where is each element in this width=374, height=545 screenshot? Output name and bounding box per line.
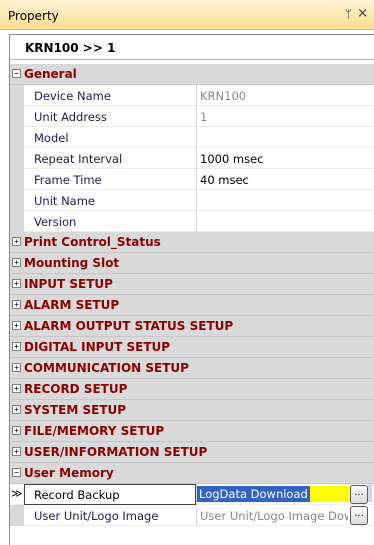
- category-label: DIGITAL INPUT SETUP: [24, 340, 171, 354]
- scrollbar-thumb[interactable]: [368, 484, 372, 502]
- property-name: Device Name: [34, 89, 111, 103]
- property-value[interactable]: 1000 msec: [200, 152, 352, 166]
- expand-toggle-icon[interactable]: +: [12, 279, 21, 288]
- property-row-unit-name[interactable]: Unit Name: [10, 190, 374, 211]
- property-grid-header: KRN100 >> 1: [10, 35, 374, 60]
- property-name: Repeat Interval: [34, 152, 123, 166]
- category-general[interactable]: − General: [10, 64, 374, 85]
- category-mounting-slot[interactable]: + Mounting Slot: [10, 253, 374, 274]
- category-label: SYSTEM SETUP: [24, 403, 127, 417]
- category-label: Mounting Slot: [24, 256, 120, 270]
- category-label: ALARM OUTPUT STATUS SETUP: [24, 319, 234, 333]
- category-communication-setup[interactable]: + COMMUNICATION SETUP: [10, 358, 374, 379]
- expand-toggle-icon[interactable]: +: [12, 321, 21, 330]
- category-alarm-output-status-setup[interactable]: + ALARM OUTPUT STATUS SETUP: [10, 316, 374, 337]
- property-value[interactable]: User Unit/Logo Image Dow: [200, 509, 348, 523]
- category-label: COMMUNICATION SETUP: [24, 361, 189, 375]
- property-row-repeat-interval[interactable]: Repeat Interval 1000 msec: [10, 148, 374, 169]
- category-label: User Memory: [24, 466, 114, 480]
- expand-toggle-icon[interactable]: +: [12, 237, 21, 246]
- property-name: Unit Address: [34, 110, 107, 124]
- category-user-memory[interactable]: − User Memory: [10, 463, 374, 484]
- category-label: INPUT SETUP: [24, 277, 113, 291]
- panel-titlebar: Property ᛘ ×: [0, 0, 374, 30]
- category-label: USER/INFORMATION SETUP: [24, 445, 208, 459]
- expand-toggle-icon[interactable]: +: [12, 300, 21, 309]
- property-row-unit-address[interactable]: Unit Address 1: [10, 106, 374, 127]
- property-name: Frame Time: [34, 173, 102, 187]
- category-digital-input-setup[interactable]: + DIGITAL INPUT SETUP: [10, 337, 374, 358]
- pin-icon[interactable]: ᛘ: [345, 7, 352, 21]
- category-print-control-status[interactable]: + Print Control_Status: [10, 232, 374, 253]
- selected-row-arrow-icon: ≫: [11, 487, 23, 500]
- property-name: User Unit/Logo Image: [34, 509, 159, 523]
- close-icon[interactable]: ×: [357, 6, 368, 21]
- property-rows: − General Device Name KRN100 Unit Addres…: [10, 64, 374, 526]
- property-name: Unit Name: [34, 194, 95, 208]
- property-value[interactable]: 1: [200, 110, 352, 124]
- category-user-information-setup[interactable]: + USER/INFORMATION SETUP: [10, 442, 374, 463]
- property-value-editor[interactable]: LogData Download: [197, 485, 354, 504]
- property-name: Record Backup: [34, 488, 120, 502]
- property-row-version[interactable]: Version: [10, 211, 374, 232]
- property-value[interactable]: 40 msec: [200, 173, 352, 187]
- property-grid: KRN100 >> 1 − General Device Name KRN100…: [9, 34, 374, 545]
- expand-toggle-icon[interactable]: +: [12, 258, 21, 267]
- collapse-toggle-icon[interactable]: −: [12, 69, 21, 78]
- category-input-setup[interactable]: + INPUT SETUP: [10, 274, 374, 295]
- expand-toggle-icon[interactable]: +: [12, 384, 21, 393]
- category-alarm-setup[interactable]: + ALARM SETUP: [10, 295, 374, 316]
- category-system-setup[interactable]: + SYSTEM SETUP: [10, 400, 374, 421]
- category-label: RECORD SETUP: [24, 382, 128, 396]
- expand-toggle-icon[interactable]: +: [12, 447, 21, 456]
- property-value[interactable]: KRN100: [200, 89, 352, 103]
- property-row-frame-time[interactable]: Frame Time 40 msec: [10, 169, 374, 190]
- property-value[interactable]: LogData Download: [197, 486, 310, 502]
- panel-title: Property: [8, 9, 59, 23]
- category-label: General: [24, 67, 77, 81]
- property-row-record-backup[interactable]: ≫ Record Backup LogData Download ...: [10, 484, 374, 505]
- category-label: FILE/MEMORY SETUP: [24, 424, 165, 438]
- category-label: Print Control_Status: [24, 235, 161, 249]
- property-row-user-unit-logo-image[interactable]: User Unit/Logo Image User Unit/Logo Imag…: [10, 505, 374, 526]
- property-row-device-name[interactable]: Device Name KRN100: [10, 85, 374, 106]
- property-row-model[interactable]: Model: [10, 127, 374, 148]
- expand-toggle-icon[interactable]: +: [12, 363, 21, 372]
- ellipsis-button[interactable]: ...: [350, 506, 368, 525]
- expand-toggle-icon[interactable]: +: [12, 405, 21, 414]
- category-record-setup[interactable]: + RECORD SETUP: [10, 379, 374, 400]
- property-name: Model: [34, 131, 69, 145]
- expand-toggle-icon[interactable]: +: [12, 342, 21, 351]
- property-name: Version: [34, 215, 77, 229]
- category-label: ALARM SETUP: [24, 298, 120, 312]
- collapse-toggle-icon[interactable]: −: [12, 468, 21, 477]
- category-file-memory-setup[interactable]: + FILE/MEMORY SETUP: [10, 421, 374, 442]
- ellipsis-button[interactable]: ...: [350, 485, 368, 504]
- expand-toggle-icon[interactable]: +: [12, 426, 21, 435]
